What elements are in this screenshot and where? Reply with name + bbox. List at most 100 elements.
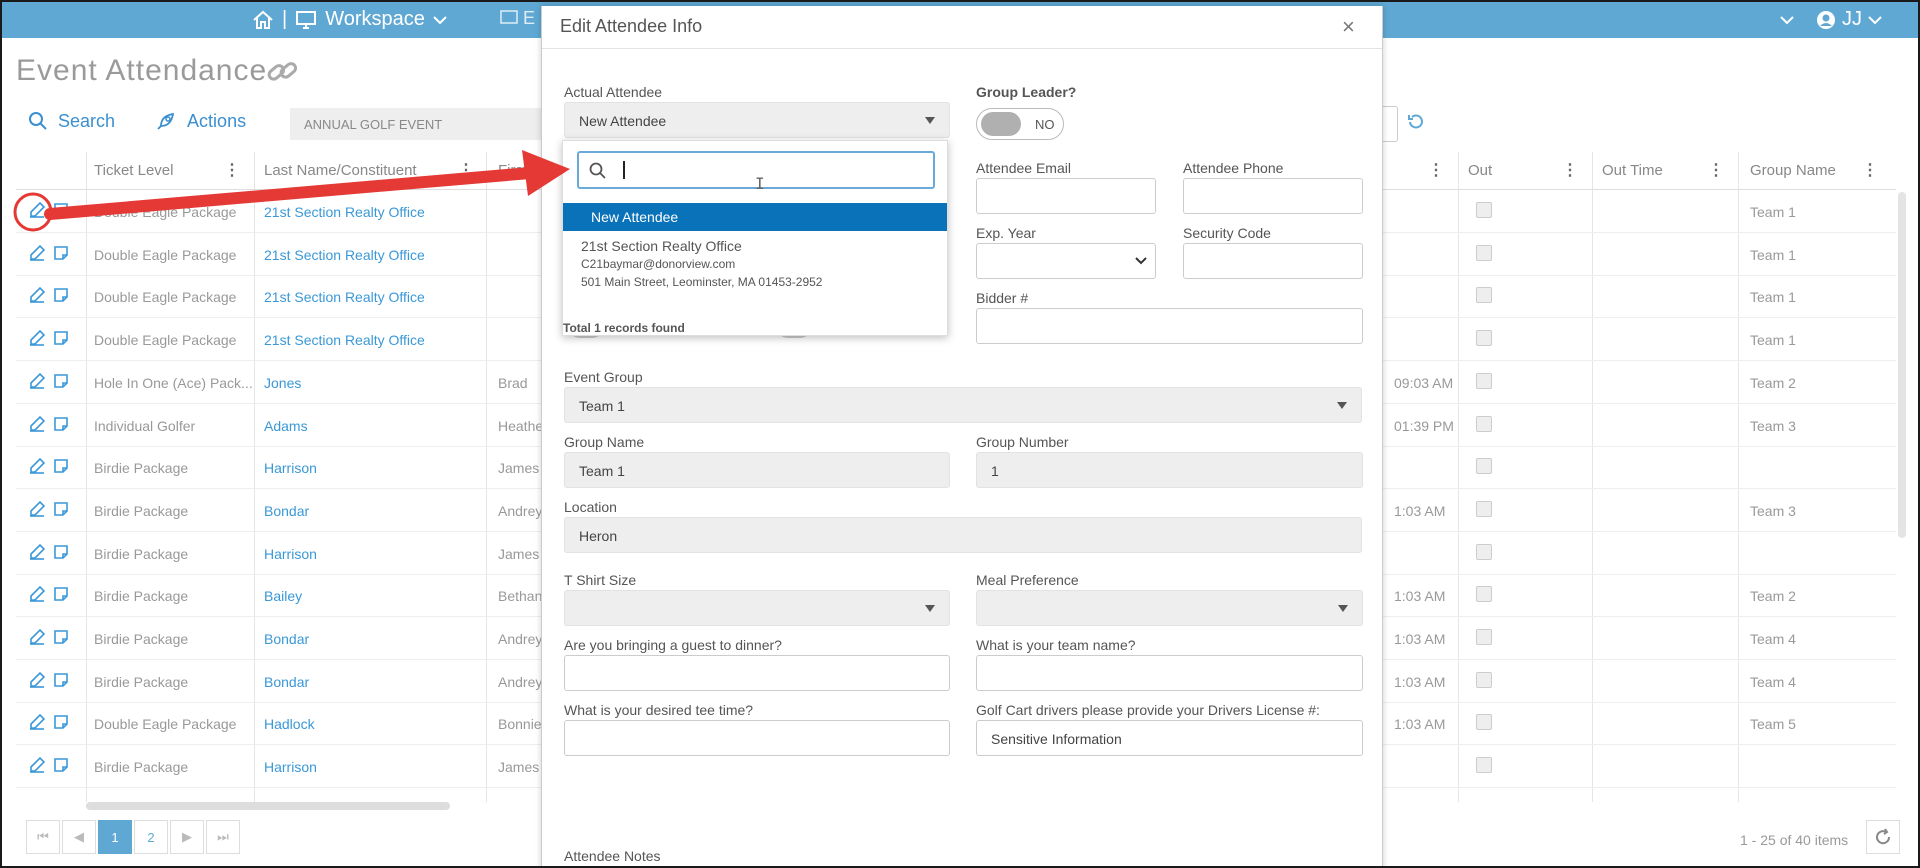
edit-icon[interactable] [28, 244, 46, 262]
out-checkbox[interactable] [1476, 543, 1492, 560]
edit-icon[interactable] [28, 713, 46, 731]
note-icon[interactable] [52, 372, 70, 390]
edit-icon[interactable] [28, 457, 46, 475]
note-icon[interactable] [52, 671, 70, 689]
column-menu-icon[interactable]: ⋮ [1708, 160, 1724, 180]
note-icon[interactable] [52, 585, 70, 603]
bidder-field[interactable] [976, 308, 1363, 344]
last-name-link[interactable]: Harrison [264, 546, 317, 562]
reset-icon[interactable] [1406, 112, 1426, 132]
column-menu-icon[interactable]: ⋮ [224, 160, 240, 180]
horizontal-scrollbar[interactable] [86, 802, 450, 810]
exp-year-select[interactable] [976, 243, 1156, 279]
refresh-button[interactable] [1866, 820, 1900, 854]
note-icon[interactable] [52, 713, 70, 731]
out-checkbox[interactable] [1476, 500, 1492, 517]
user-button[interactable]: JJ [1816, 8, 1882, 31]
next-page-button[interactable]: ▶ [170, 820, 204, 854]
edit-icon[interactable] [28, 415, 46, 433]
note-icon[interactable] [52, 628, 70, 646]
note-icon[interactable] [52, 756, 70, 774]
group-leader-toggle[interactable]: NO [976, 108, 1064, 140]
out-checkbox[interactable] [1476, 671, 1492, 688]
license-field[interactable]: Sensitive Information [976, 720, 1363, 756]
out-checkbox[interactable] [1476, 714, 1492, 731]
last-name-link[interactable]: Adams [264, 418, 308, 434]
guest-field[interactable] [564, 655, 950, 691]
meal-preference-select[interactable] [976, 590, 1363, 626]
team-name-field[interactable] [976, 655, 1363, 691]
edit-icon[interactable] [28, 201, 46, 219]
dropdown-option-result[interactable]: 21st Section Realty Office C21baymar@don… [581, 237, 822, 291]
last-name-link[interactable]: Jones [264, 375, 301, 391]
location-field[interactable]: Heron [564, 517, 1362, 553]
search-button[interactable]: Search [28, 111, 115, 132]
column-menu-icon[interactable]: ⋮ [1862, 160, 1878, 180]
out-checkbox[interactable] [1476, 372, 1492, 389]
column-menu-icon[interactable]: ⋮ [458, 160, 474, 180]
close-icon[interactable]: × [1342, 14, 1355, 40]
edit-icon[interactable] [28, 628, 46, 646]
out-checkbox[interactable] [1476, 415, 1492, 432]
col-group-name[interactable]: Group Name [1750, 162, 1836, 179]
chevron-down-icon[interactable] [1780, 15, 1794, 25]
security-code-field[interactable] [1183, 243, 1363, 279]
note-icon[interactable] [52, 500, 70, 518]
col-first-name[interactable]: First N [498, 162, 542, 179]
last-name-link[interactable]: Bondar [264, 503, 309, 519]
note-icon[interactable] [52, 543, 70, 561]
out-checkbox[interactable] [1476, 202, 1492, 218]
edit-icon[interactable] [28, 543, 46, 561]
last-name-link[interactable]: 21st Section Realty Office [264, 289, 425, 305]
last-name-link[interactable]: 21st Section Realty Office [264, 247, 425, 263]
workspace-menu[interactable]: | Workspace [252, 8, 447, 31]
actions-button[interactable]: Actions [155, 110, 246, 132]
column-menu-icon[interactable]: ⋮ [1562, 160, 1578, 180]
tshirt-size-select[interactable] [564, 590, 950, 626]
out-checkbox[interactable] [1476, 458, 1492, 475]
last-name-link[interactable]: Harrison [264, 460, 317, 476]
edit-icon[interactable] [28, 372, 46, 390]
col-ticket-level[interactable]: Ticket Level [94, 162, 173, 179]
attendee-email-field[interactable] [976, 178, 1156, 214]
attendee-phone-field[interactable] [1183, 178, 1363, 214]
note-icon[interactable] [52, 415, 70, 433]
note-icon[interactable] [52, 201, 70, 219]
col-out[interactable]: Out [1468, 162, 1492, 179]
tee-time-field[interactable] [564, 720, 950, 756]
last-name-link[interactable]: Harrison [264, 759, 317, 775]
home-icon[interactable] [252, 10, 274, 30]
page-1-button[interactable]: 1 [98, 820, 132, 854]
last-name-link[interactable]: 21st Section Realty Office [264, 204, 425, 220]
edit-icon[interactable] [28, 286, 46, 304]
edit-icon[interactable] [28, 671, 46, 689]
event-selector[interactable]: ANNUAL GOLF EVENT [290, 108, 550, 140]
group-name-field[interactable]: Team 1 [564, 452, 950, 488]
actual-attendee-select[interactable]: New Attendee [564, 102, 950, 138]
col-out-time[interactable]: Out Time [1602, 162, 1663, 179]
note-icon[interactable] [52, 244, 70, 262]
last-name-link[interactable]: 21st Section Realty Office [264, 332, 425, 348]
last-name-link[interactable]: Bondar [264, 631, 309, 647]
last-page-button[interactable]: ⏭ [206, 820, 240, 854]
note-icon[interactable] [52, 457, 70, 475]
col-last-name[interactable]: Last Name/Constituent [264, 162, 417, 179]
edit-icon[interactable] [28, 329, 46, 347]
out-checkbox[interactable] [1476, 629, 1492, 645]
out-checkbox[interactable] [1476, 757, 1492, 774]
event-tab[interactable]: E [500, 8, 535, 29]
out-checkbox[interactable] [1476, 244, 1492, 261]
edit-icon[interactable] [28, 756, 46, 774]
out-checkbox[interactable] [1476, 287, 1492, 304]
link-icon[interactable] [264, 54, 300, 90]
event-group-select[interactable]: Team 1 [564, 387, 1362, 423]
prev-page-button[interactable]: ◀ [62, 820, 96, 854]
dropdown-option-new-attendee[interactable]: New Attendee [563, 203, 947, 231]
last-name-link[interactable]: Bondar [264, 674, 309, 690]
column-menu-icon[interactable]: ⋮ [1428, 160, 1444, 180]
note-icon[interactable] [52, 286, 70, 304]
last-name-link[interactable]: Hadlock [264, 716, 315, 732]
out-checkbox[interactable] [1476, 330, 1492, 347]
note-icon[interactable] [52, 329, 70, 347]
first-page-button[interactable]: ⏮ [26, 820, 60, 854]
